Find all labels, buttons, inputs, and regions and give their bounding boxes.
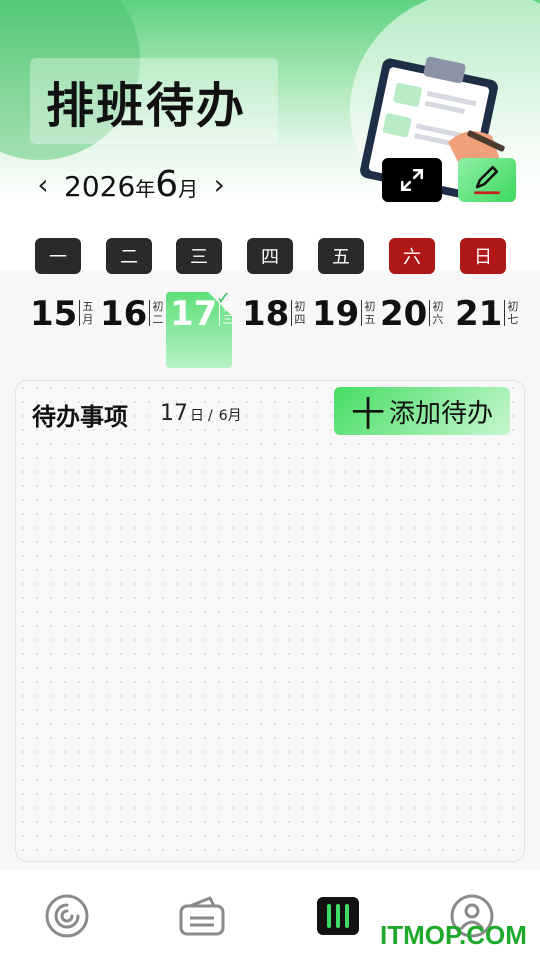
weekday-label-saturday: 六	[389, 238, 435, 274]
chevron-left-icon[interactable]: ‹	[30, 168, 56, 201]
date-cell[interactable]: 20 初六	[380, 290, 443, 370]
current-month: 2026 年 6 月	[64, 164, 198, 205]
date-number: 16	[100, 294, 148, 334]
date-number: 18	[242, 294, 290, 334]
weekday-label: 三	[176, 238, 222, 274]
edit-button[interactable]	[458, 158, 516, 202]
todo-month: 6月	[218, 408, 242, 424]
watermark: ITMOP.COM	[380, 920, 527, 950]
weekday-label-sunday: 日	[460, 238, 506, 274]
lunar-date: 五月	[79, 300, 93, 326]
todo-title: 待办事项	[32, 403, 128, 431]
date-cell[interactable]: 21 初七	[455, 290, 518, 370]
nav-tickets[interactable]	[178, 892, 226, 940]
nav-schedule[interactable]	[314, 892, 362, 940]
week-dates: 15 五月 16 初二 ✓ 17 初三 18 初四 19 初五 20 初六 21…	[0, 288, 540, 370]
todo-date-separator: /	[208, 408, 213, 424]
add-todo-label: 添加待办	[388, 398, 493, 429]
todo-day-unit: 日	[190, 408, 204, 424]
date-cell[interactable]: 18 初四	[242, 290, 305, 370]
chevron-right-icon[interactable]: ›	[206, 168, 232, 201]
date-cell-selected[interactable]: ✓ 17 初三	[166, 288, 233, 370]
schedule-icon	[317, 897, 359, 935]
lunar-date: 初三	[219, 300, 233, 326]
todo-day: 17	[160, 401, 188, 426]
expand-icon	[400, 168, 424, 192]
lunar-date: 初四	[291, 300, 305, 326]
page-title: 排班待办	[46, 78, 247, 134]
year-value: 2026	[64, 169, 136, 203]
weekday-label: 一	[35, 238, 81, 274]
add-todo-button[interactable]: 十 添加待办	[334, 387, 510, 435]
ticket-icon	[179, 896, 225, 936]
date-cell[interactable]: 19 初五	[312, 290, 375, 370]
year-unit: 年	[135, 176, 156, 201]
date-cell[interactable]: 15 五月	[30, 290, 93, 370]
month-unit: 月	[178, 176, 199, 201]
weekday-label: 五	[318, 238, 364, 274]
date-number: 15	[30, 294, 78, 334]
nav-home[interactable]	[43, 892, 91, 940]
month-selector: ‹ 2026 年 6 月 ›	[30, 158, 240, 210]
lunar-date: 初七	[504, 300, 518, 326]
page-title-box: 排班待办	[30, 58, 278, 144]
weekday-header: 一 二 三 四 五 六 日	[0, 238, 540, 278]
date-cell[interactable]: 16 初二	[100, 290, 163, 370]
lunar-date: 初六	[429, 300, 443, 326]
plus-icon: 十	[350, 394, 385, 435]
lunar-date: 初五	[361, 300, 375, 326]
pencil-icon	[474, 165, 500, 195]
expand-button[interactable]	[382, 158, 442, 202]
lunar-date: 初二	[149, 300, 163, 326]
date-number: 21	[455, 294, 503, 334]
date-number: 20	[380, 294, 428, 334]
todo-date: 17 日 / 6月	[160, 401, 242, 426]
spiral-icon	[45, 894, 89, 938]
date-number: 17	[170, 294, 218, 334]
date-number: 19	[312, 294, 360, 334]
weekday-label: 四	[247, 238, 293, 274]
todo-panel: 待办事项 17 日 / 6月 十 添加待办	[15, 380, 525, 862]
month-value: 6	[155, 163, 179, 205]
weekday-label: 二	[106, 238, 152, 274]
